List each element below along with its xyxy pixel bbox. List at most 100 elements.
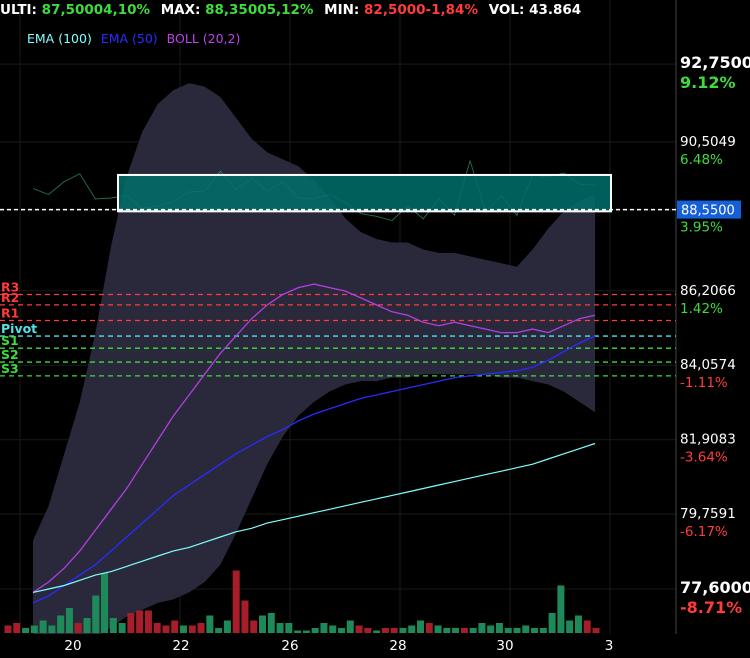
volume-bar xyxy=(267,613,275,633)
price-chart[interactable]: R3R2R1PivotS1S2S3 92,75009.12%90,50496.4… xyxy=(0,0,750,658)
percent-tick-label: 3.95% xyxy=(680,220,723,236)
date-tick-label: 22 xyxy=(172,638,189,654)
volume-bar xyxy=(144,610,152,633)
indicator-legend[interactable]: EMA (100) EMA (50) BOLL (20,2) xyxy=(27,31,245,46)
max-change: 5,12% xyxy=(266,2,314,18)
volume-bar xyxy=(592,628,600,633)
date-tick-label: 3 xyxy=(605,638,614,654)
percent-tick-label: -3.64% xyxy=(680,450,728,466)
volume-bar xyxy=(302,630,310,633)
percent-tick-label: 6.48% xyxy=(680,152,723,168)
volume-bar xyxy=(399,628,407,633)
legend-ema100[interactable]: EMA (100) xyxy=(27,31,92,46)
volume-bar xyxy=(180,625,188,633)
max-value: 88,3500 xyxy=(205,2,267,18)
level-label-s3: S3 xyxy=(1,361,19,376)
last-change: 4,10% xyxy=(103,2,151,18)
volume-bar xyxy=(250,620,258,633)
volume-bar xyxy=(452,628,460,633)
percent-tick-label: -8.71% xyxy=(680,598,742,617)
volume-bar xyxy=(434,625,442,633)
volume-bar xyxy=(425,623,433,633)
date-tick-label: 30 xyxy=(496,638,513,654)
price-tick-label: 81,9083 xyxy=(680,432,736,448)
volume-bar xyxy=(311,628,319,633)
volume-bar xyxy=(223,620,231,633)
price-tick-label: 86,2066 xyxy=(680,283,736,299)
current-price-value: 88,5500 xyxy=(681,204,735,219)
min-label: MIN: xyxy=(324,2,360,18)
volume-bar xyxy=(162,625,170,633)
min-value: 82,5000 xyxy=(364,2,426,18)
volume-bar xyxy=(408,625,416,633)
price-tick-label: 92,7500 xyxy=(680,53,750,72)
volume-bar xyxy=(48,625,56,633)
volume-bar xyxy=(381,628,389,633)
date-tick-label: 20 xyxy=(64,638,81,654)
volume-bar xyxy=(197,623,205,633)
volume-bar xyxy=(531,628,539,633)
max-label: MAX: xyxy=(160,2,201,18)
vol-value: 43.864 xyxy=(529,2,582,18)
bollinger-band xyxy=(33,83,595,634)
volume-bar xyxy=(22,628,30,633)
volume-bar xyxy=(416,620,424,633)
volume-bar xyxy=(65,608,73,633)
bollinger-band-area xyxy=(33,83,595,634)
volume-bar xyxy=(92,595,100,633)
volume-bar xyxy=(109,618,117,633)
volume-bar xyxy=(285,623,293,633)
volume-bar xyxy=(232,570,240,633)
volume-bar xyxy=(478,623,486,633)
volume-bar xyxy=(548,613,556,633)
volume-bar xyxy=(373,630,381,633)
volume-bar xyxy=(539,628,547,633)
volume-bar xyxy=(390,628,398,633)
percent-tick-label: 1.42% xyxy=(680,301,723,317)
percent-tick-label: -6.17% xyxy=(680,524,728,540)
price-axis: 92,75009.12% 90,5049 6.48% 88,55003.95% 86,2… xyxy=(677,53,750,617)
level-label-r2: R2 xyxy=(1,290,19,305)
volume-bar xyxy=(39,620,47,633)
highlight-zone-box[interactable] xyxy=(117,173,612,213)
price-tick-label: 90,5049 xyxy=(680,134,736,150)
volume-bar xyxy=(127,613,135,633)
volume-bar xyxy=(74,623,82,633)
volume-bar xyxy=(566,620,574,633)
date-axis: 20 22 26 28 30 3 xyxy=(64,638,613,654)
volume-bar xyxy=(513,628,521,633)
volume-bar xyxy=(276,623,284,633)
volume-bar xyxy=(574,615,582,633)
volume-bar xyxy=(30,625,38,633)
volume-bar xyxy=(241,600,249,633)
legend-ema50[interactable]: EMA (50) xyxy=(101,31,158,46)
date-tick-label: 28 xyxy=(389,638,406,654)
volume-bar xyxy=(153,623,161,633)
volume-bar xyxy=(337,628,345,633)
volume-bar xyxy=(171,620,179,633)
last-label: ULTI: xyxy=(0,2,37,18)
volume-bar xyxy=(83,618,91,633)
volume-bar xyxy=(215,628,223,633)
price-tick-label: 84,0574 xyxy=(680,357,736,373)
volume-bar xyxy=(320,623,328,633)
volume-bar xyxy=(13,623,21,633)
level-label-r1: R1 xyxy=(1,305,19,320)
volume-bar xyxy=(355,625,363,633)
volume-bar xyxy=(460,628,468,633)
date-tick-label: 26 xyxy=(281,638,298,654)
volume-bar xyxy=(487,625,495,633)
volume-bar xyxy=(495,623,503,633)
volume-bar xyxy=(259,615,267,633)
volume-bar xyxy=(188,625,196,633)
percent-tick-label: 9.12% xyxy=(680,73,736,92)
volume-bar xyxy=(4,625,12,633)
vol-label: VOL: xyxy=(488,2,525,18)
volume-bar xyxy=(346,620,354,633)
volume-bar xyxy=(136,610,144,633)
price-tick-label: 79,7591 xyxy=(680,506,736,522)
legend-boll[interactable]: BOLL (20,2) xyxy=(167,31,241,46)
min-change: -1,84% xyxy=(425,2,478,18)
level-label-s1: S1 xyxy=(1,333,19,348)
highlight-zone[interactable] xyxy=(0,173,676,213)
